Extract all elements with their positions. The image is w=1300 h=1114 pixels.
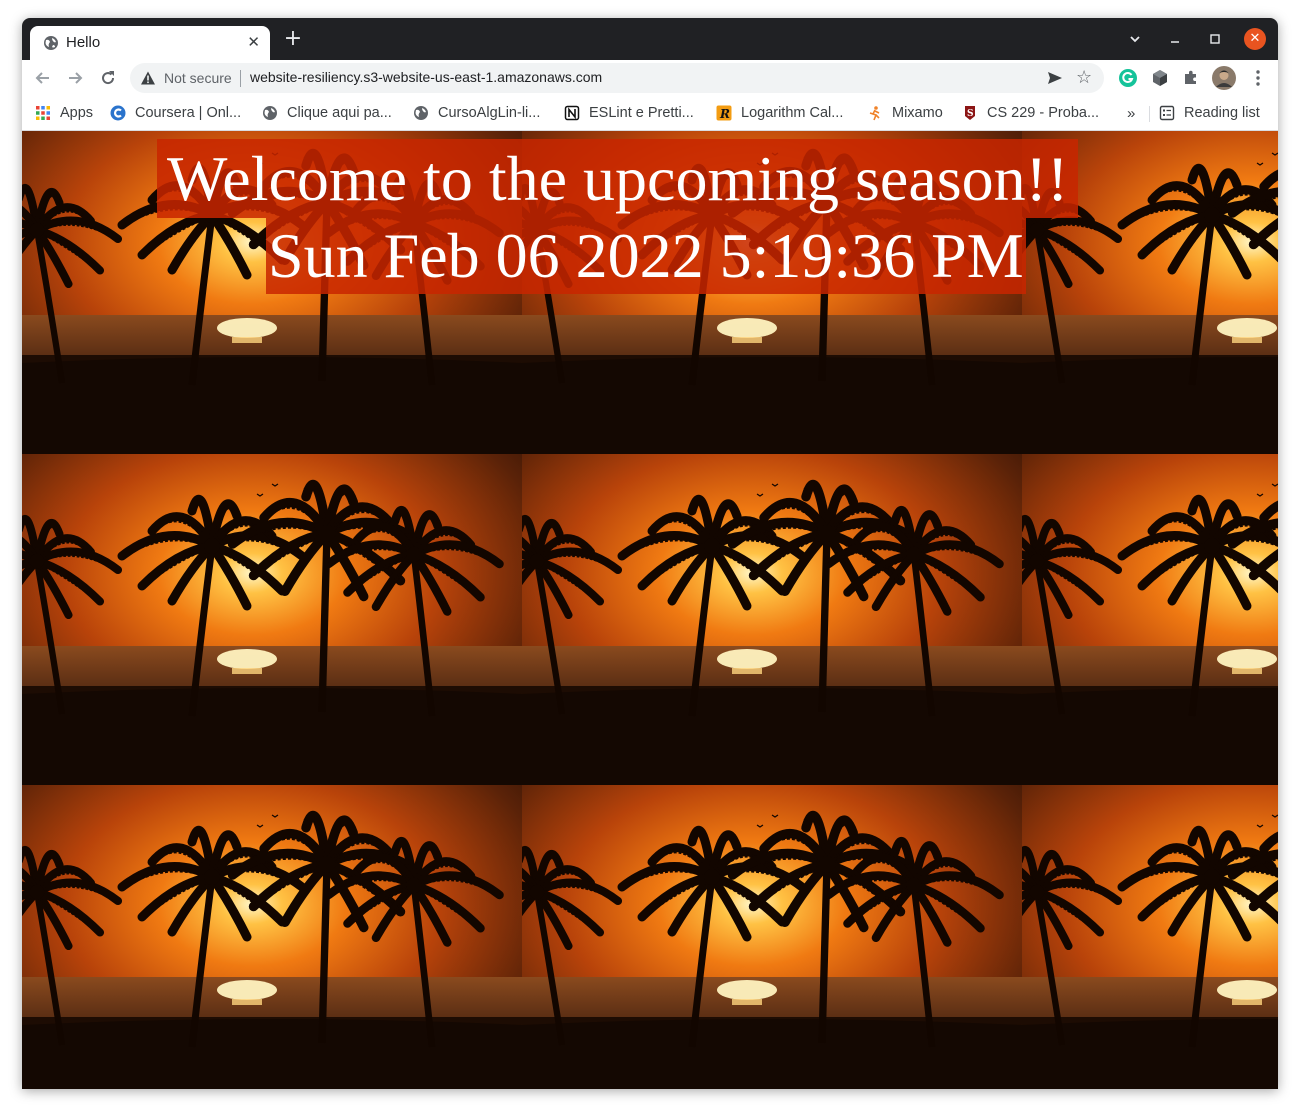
reading-list-button[interactable]: Reading list (1159, 102, 1260, 124)
reload-icon (102, 71, 115, 85)
globe-icon (44, 36, 58, 50)
minimize-button[interactable] (1163, 28, 1187, 50)
bookmark-label: Clique aqui pa... (287, 105, 392, 121)
bookmark-label: Apps (60, 105, 94, 121)
forward-button[interactable] (64, 67, 86, 89)
bookmark-label: Coursera | Onl... (135, 105, 242, 121)
svg-text:S: S (967, 109, 974, 119)
globe-icon (263, 106, 277, 120)
minimize-icon (1171, 41, 1179, 43)
url-text[interactable]: website-resiliency.s3-website-us-east-1.… (250, 69, 602, 85)
sunset-tile (22, 785, 522, 1089)
bookmarks-overflow-button[interactable]: » (1127, 102, 1135, 124)
cube-extension-icon[interactable] (1150, 68, 1170, 88)
tab-search-dropdown-icon[interactable] (1123, 28, 1147, 50)
sunset-tile (522, 785, 1022, 1089)
bookmark-star-icon[interactable]: ☆ (1076, 67, 1092, 89)
back-arrow-icon (35, 72, 49, 84)
navigation-toolbar: Not secure website-resiliency.s3-website… (22, 60, 1278, 96)
kebab-menu-icon[interactable] (1248, 68, 1268, 88)
sunset-tile (22, 454, 522, 785)
stanford-icon: S (965, 106, 975, 120)
bookmarks-divider (1149, 106, 1150, 122)
bookmark-label: ESLint e Pretti... (589, 105, 694, 121)
reading-list-label: Reading list (1184, 105, 1260, 121)
chevron-down-icon (1130, 36, 1140, 43)
globe-icon (414, 106, 428, 120)
coursera-icon (110, 105, 126, 121)
sunset-tile (522, 454, 1022, 785)
apps-grid-icon (36, 106, 50, 120)
tab-hello[interactable]: Hello ✕ (30, 26, 270, 60)
address-divider (240, 70, 241, 87)
tab-title: Hello (66, 34, 101, 51)
grammarly-extension-icon[interactable] (1118, 68, 1138, 88)
bookmark-apps[interactable]: Apps (35, 102, 93, 124)
bookmark-coursera[interactable]: Coursera | Onl... (110, 102, 241, 124)
tab-close-icon[interactable]: ✕ (247, 34, 260, 50)
address-bar[interactable]: Not secure website-resiliency.s3-website… (130, 63, 1104, 93)
page-viewport: Welcome to the upcoming season!! Sun Feb… (22, 131, 1278, 1089)
warning-triangle-icon[interactable] (140, 70, 156, 86)
bookmark-eslint[interactable]: ESLint e Pretti... (564, 102, 694, 124)
maximize-icon (1210, 34, 1220, 44)
svg-text:R: R (719, 107, 730, 121)
security-label[interactable]: Not secure (164, 70, 232, 86)
bookmark-label: CursoAlgLin-li... (438, 105, 541, 121)
r-logo-icon: R (716, 105, 732, 121)
title-bar: Hello ✕ + ✕ (22, 18, 1278, 60)
notion-icon (564, 105, 580, 121)
bookmark-logarithm[interactable]: R Logarithm Cal... (716, 102, 843, 124)
bookmark-cs229[interactable]: S CS 229 - Proba... (962, 102, 1099, 124)
date-time-display: Sun Feb 06 2022 5:19:36 PM (266, 218, 1026, 294)
bookmarks-bar: Apps Coursera | Onl... Clique aqui pa... (22, 96, 1278, 131)
bookmark-label: Mixamo (892, 105, 943, 121)
browser-window: Hello ✕ + ✕ Not secure website-resilienc… (22, 18, 1278, 1089)
bookmark-cursoalglin[interactable]: CursoAlgLin-li... (413, 102, 540, 124)
bookmark-label: Logarithm Cal... (741, 105, 844, 121)
welcome-headline: Welcome to the upcoming season!! (157, 139, 1079, 218)
extensions-puzzle-icon[interactable] (1181, 68, 1201, 88)
forward-arrow-icon (69, 72, 83, 84)
close-window-button[interactable]: ✕ (1244, 28, 1266, 50)
profile-avatar[interactable] (1212, 66, 1236, 90)
back-button[interactable] (32, 67, 54, 89)
bookmark-clique-aqui[interactable]: Clique aqui pa... (262, 102, 392, 124)
sunset-tile (1022, 785, 1278, 1089)
new-tab-button[interactable]: + (282, 28, 304, 50)
sunset-tile (1022, 454, 1278, 785)
mixamo-icon (869, 106, 880, 121)
bookmark-label: CS 229 - Proba... (987, 105, 1100, 121)
maximize-button[interactable] (1203, 28, 1227, 50)
reading-list-icon (1159, 105, 1175, 121)
reload-button[interactable] (97, 67, 119, 89)
bookmark-mixamo[interactable]: Mixamo (867, 102, 943, 124)
send-tab-icon[interactable] (1046, 69, 1064, 87)
